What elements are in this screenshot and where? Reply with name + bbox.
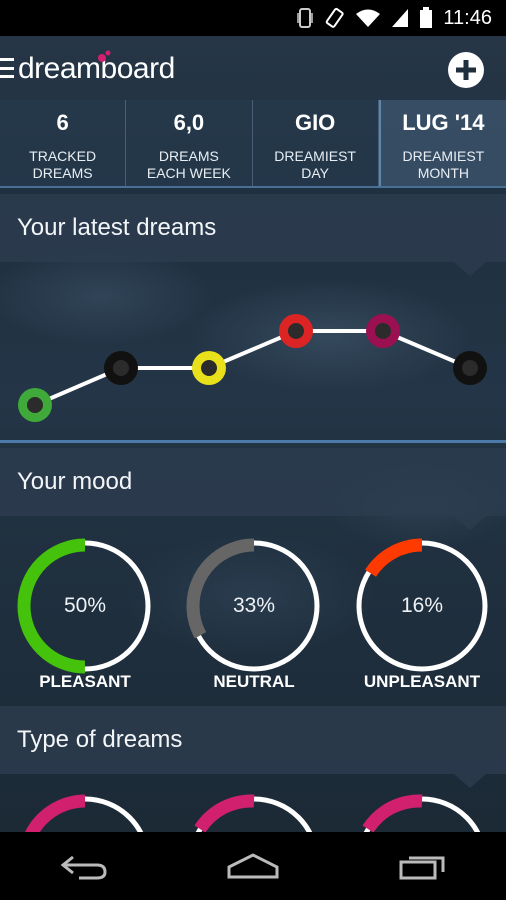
stat-tracked-dreams[interactable]: 6 TRACKED DREAMS: [0, 100, 127, 186]
app-screen: dreamboard 6 TRACKED DREAMS 6,0 DREAMS E…: [0, 36, 506, 832]
status-bar: 11:46: [0, 0, 506, 36]
recents-button[interactable]: [382, 841, 462, 891]
mood-ring-neutral[interactable]: 33%: [184, 536, 324, 676]
battery-icon: [419, 7, 433, 29]
type-rings: [0, 792, 506, 832]
type-ring-3[interactable]: [359, 794, 485, 832]
dream-series-line: [34, 329, 471, 407]
dream-point-center: [462, 360, 478, 376]
wifi-icon: [355, 8, 381, 28]
dream-point-center: [113, 360, 129, 376]
home-button[interactable]: [213, 841, 293, 891]
dream-point[interactable]: [453, 351, 487, 385]
section-pointer: [454, 774, 486, 788]
dream-point[interactable]: [104, 351, 138, 385]
back-icon: [60, 855, 107, 880]
dream-point-center: [375, 323, 391, 339]
mood-label: UNPLEASANT: [363, 672, 481, 691]
stat-label: DREAMIEST DAY: [274, 148, 356, 181]
mood-rings: 50% PLEASANT 33% NEUTRAL 16% UNPLEASANT: [0, 526, 506, 706]
mood-ring-pleasant[interactable]: 50%: [15, 536, 155, 676]
mood-ring-unpleasant[interactable]: 16%: [352, 536, 492, 676]
section-title-mood: Your mood: [0, 448, 506, 516]
stat-value: GIO: [294, 110, 336, 135]
back-button[interactable]: [44, 841, 124, 891]
stats-strip: 6 TRACKED DREAMS 6,0 DREAMS EACH WEEK GI…: [0, 100, 506, 188]
stat-value: 6,0: [173, 110, 205, 135]
dream-point[interactable]: [192, 351, 226, 385]
stat-dreamiest-month[interactable]: LUG '14 DREAMIEST MONTH: [378, 100, 506, 186]
mood-label: PLEASANT: [39, 672, 131, 691]
recents-icon: [399, 856, 445, 880]
plus-icon: [456, 60, 476, 80]
stat-value: 6: [56, 110, 69, 135]
stat-value: LUG '14: [402, 110, 485, 135]
add-dream-button[interactable]: [448, 52, 484, 88]
dream-point[interactable]: [366, 314, 400, 348]
dream-point-center: [27, 397, 43, 413]
type-rings-partial: [22, 794, 485, 832]
top-bar: dreamboard: [0, 36, 506, 100]
vibrate-icon: [297, 7, 314, 29]
stat-dreams-each-week[interactable]: 6,0 DREAMS EACH WEEK: [126, 100, 253, 186]
type-ring-2[interactable]: [191, 794, 317, 832]
mood-label: NEUTRAL: [213, 672, 295, 691]
mood-percent: 50%: [63, 594, 107, 617]
dream-point[interactable]: [279, 314, 313, 348]
dream-point-center: [288, 323, 304, 339]
signal-icon: [391, 8, 409, 28]
hamburger-icon[interactable]: [0, 58, 14, 78]
section-title-latest-dreams: Your latest dreams: [0, 194, 506, 262]
stat-label: TRACKED DREAMS: [29, 148, 97, 181]
rotate-icon: [323, 7, 345, 29]
dream-point-center: [201, 360, 217, 376]
dream-point[interactable]: [18, 388, 52, 422]
stat-dreamiest-day[interactable]: GIO DREAMIEST DAY: [253, 100, 379, 186]
system-nav-bar: [0, 832, 506, 900]
chart-divider: [0, 440, 506, 443]
dream-line-chart: [18, 314, 487, 422]
stat-label: DREAMIEST MONTH: [402, 148, 485, 181]
type-ring-1[interactable]: [22, 794, 148, 832]
section-title-type-of-dreams: Type of dreams: [0, 706, 506, 774]
clock: 11:46: [443, 6, 492, 29]
logo-dots-icon: [98, 50, 111, 62]
mood-percent: 33%: [232, 594, 276, 617]
home-icon: [227, 853, 279, 879]
stat-label: DREAMS EACH WEEK: [146, 148, 231, 181]
mood-percent: 16%: [400, 594, 444, 617]
latest-dreams-chart: [0, 262, 506, 442]
